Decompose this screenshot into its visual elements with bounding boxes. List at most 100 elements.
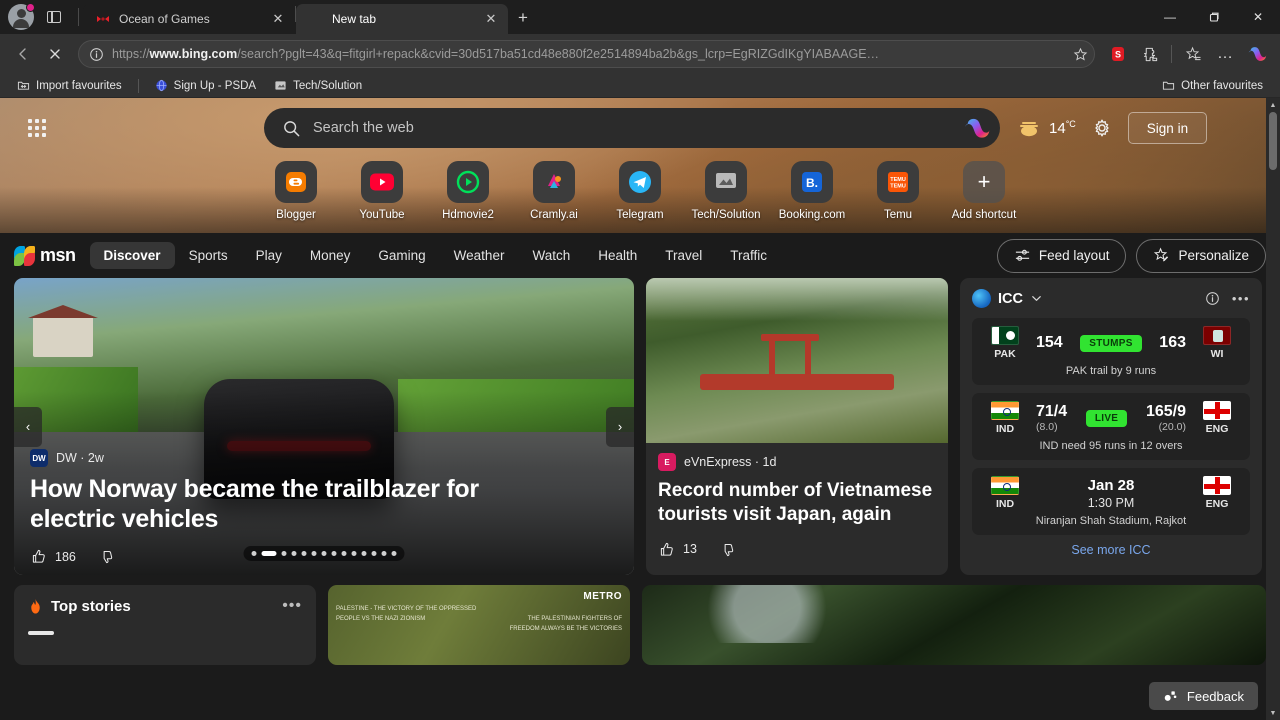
shortcut-booking-com[interactable]: B. Booking.com	[776, 161, 848, 221]
scrollbar-up-arrow[interactable]: ▲	[1266, 98, 1280, 112]
thumbs-down-icon[interactable]	[98, 548, 115, 565]
bing-temperature: 14°C	[1049, 119, 1076, 137]
carousel-dot[interactable]	[331, 551, 337, 556]
info-icon[interactable]	[1205, 291, 1220, 306]
nav-item-watch[interactable]: Watch	[518, 242, 584, 269]
thumbs-down-icon[interactable]	[719, 541, 736, 558]
carousel-dot[interactable]	[341, 551, 347, 556]
top-stories-more-icon[interactable]: •••	[282, 597, 302, 615]
split-screen-s-icon[interactable]: S	[1103, 39, 1133, 69]
scrollbar-down-arrow[interactable]: ▼	[1266, 706, 1280, 720]
shortcut-temu[interactable]: TEMU TEMU Temu	[862, 161, 934, 221]
minimize-button[interactable]: —	[1148, 0, 1192, 34]
bing-weather-widget[interactable]: 14°C	[1016, 117, 1076, 139]
bookmark-import-favourites[interactable]: Import favourites	[10, 77, 129, 94]
shortcut-blogger[interactable]: Blogger	[260, 161, 332, 221]
nav-item-gaming[interactable]: Gaming	[364, 242, 439, 269]
carousel-dot-active[interactable]	[261, 551, 277, 556]
page-scrollbar[interactable]: ▲ ▼	[1266, 98, 1280, 720]
close-window-button[interactable]: ✕	[1236, 0, 1280, 34]
search-placeholder: Search the web	[313, 120, 414, 136]
browser-settings-more-icon[interactable]: …	[1210, 39, 1240, 69]
extensions-puzzle-icon[interactable]	[1135, 39, 1165, 69]
carousel-dot[interactable]	[281, 551, 287, 556]
tab-new-tab[interactable]: New tab ✕	[296, 4, 508, 34]
see-more-icc-link[interactable]: See more ICC	[972, 543, 1250, 557]
feedback-button[interactable]: Feedback	[1148, 682, 1258, 710]
carousel-dot[interactable]	[371, 551, 377, 556]
nav-item-travel[interactable]: Travel	[651, 242, 716, 269]
right-overs: (20.0)	[1158, 421, 1186, 433]
msn-logo[interactable]: msn	[14, 245, 76, 266]
shortcut-tech-solution[interactable]: Tech/Solution	[690, 161, 762, 221]
shortcut-label: Hdmovie2	[442, 209, 494, 221]
more-icon[interactable]: •••	[1232, 291, 1250, 306]
shortcut-add[interactable]: + Add shortcut	[948, 161, 1020, 221]
nav-item-traffic[interactable]: Traffic	[716, 242, 781, 269]
carousel-dot[interactable]	[391, 551, 397, 556]
hero-article-card[interactable]: ‹ › DW DW · 2w How Norway became the tra…	[14, 278, 634, 575]
thumbs-up-icon[interactable]	[658, 541, 675, 558]
copilot-icon[interactable]	[962, 114, 992, 142]
maximize-button[interactable]	[1192, 0, 1236, 34]
nav-item-weather[interactable]: Weather	[440, 242, 519, 269]
nav-item-money[interactable]: Money	[296, 242, 365, 269]
collections-icon[interactable]	[1178, 39, 1208, 69]
strip-card-jungle[interactable]	[642, 585, 1266, 665]
shortcut-youtube[interactable]: YouTube	[346, 161, 418, 221]
shortcut-hdmovie2[interactable]: Hdmovie2	[432, 161, 504, 221]
article-card-vietnam[interactable]: E eVnExpress · 1d Record number of Vietn…	[646, 278, 948, 575]
carousel-dot[interactable]	[321, 551, 327, 556]
scrollbar-thumb[interactable]	[1269, 112, 1277, 170]
india-flag-icon	[991, 476, 1019, 495]
bookmark-other-favourites[interactable]: Other favourites	[1155, 77, 1270, 94]
carousel-prev-button[interactable]: ‹	[14, 406, 42, 447]
bing-search-box[interactable]: Search the web	[264, 108, 1000, 148]
nav-item-health[interactable]: Health	[584, 242, 651, 269]
nav-item-sports[interactable]: Sports	[175, 242, 242, 269]
tab-actions-icon[interactable]	[40, 4, 68, 30]
carousel-dot[interactable]	[351, 551, 357, 556]
app-grid-icon[interactable]	[20, 111, 54, 145]
strip-card-metro[interactable]: METRO PALESTINE - THE VICTORY OF THE OPP…	[328, 585, 630, 665]
url-text[interactable]: https://www.bing.com/search?pglt=43&q=fi…	[112, 47, 1065, 61]
carousel-dot[interactable]	[301, 551, 307, 556]
top-stories-card[interactable]: Top stories •••	[14, 585, 316, 665]
carousel-dot[interactable]	[381, 551, 387, 556]
carousel-next-button[interactable]: ›	[606, 406, 634, 447]
bookmarks-bar: Import favourites Sign Up - PSDA Tech/So…	[0, 74, 1280, 98]
carousel-indicator[interactable]	[243, 546, 405, 561]
site-info-icon[interactable]	[89, 47, 104, 62]
back-button[interactable]	[8, 39, 38, 69]
carousel-dot[interactable]	[361, 551, 367, 556]
carousel-dot[interactable]	[291, 551, 297, 556]
tab-ocean-of-games[interactable]: Ocean of Games ✕	[83, 4, 295, 34]
match-time: 1:30 PM	[1087, 495, 1135, 510]
carousel-dot[interactable]	[251, 551, 257, 556]
personalize-button[interactable]: Personalize	[1136, 238, 1266, 273]
carousel-dot[interactable]	[311, 551, 317, 556]
chevron-down-icon[interactable]	[1030, 292, 1043, 305]
thumbs-up-icon[interactable]	[30, 548, 47, 565]
copilot-icon[interactable]	[1242, 39, 1272, 69]
tab-close-button[interactable]: ✕	[482, 10, 500, 28]
sign-in-button[interactable]: Sign in	[1127, 112, 1208, 144]
icc-match-row[interactable]: IND 71/4 (8.0) LIVE 165/9 (20.0) ENG IND…	[972, 393, 1250, 460]
feed-layout-button[interactable]: Feed layout	[996, 238, 1127, 273]
icc-match-row[interactable]: IND Jan 28 1:30 PM ENG Niranjan Shah Sta…	[972, 468, 1250, 535]
address-bar[interactable]: https://www.bing.com/search?pglt=43&q=fi…	[78, 40, 1095, 68]
new-tab-button[interactable]: +	[508, 4, 538, 32]
shortcut-cramly-ai[interactable]: Cramly.ai	[518, 161, 590, 221]
browser-toolbar: https://www.bing.com/search?pglt=43&q=fi…	[0, 34, 1280, 74]
shortcut-telegram[interactable]: Telegram	[604, 161, 676, 221]
bookmark-tech-solution[interactable]: Tech/Solution	[267, 77, 369, 94]
icc-match-row[interactable]: PAK 154 STUMPS 163 WI PAK trail by 9 run…	[972, 318, 1250, 385]
tab-close-button[interactable]: ✕	[269, 10, 287, 28]
favorite-star-icon[interactable]	[1073, 47, 1088, 62]
nav-item-play[interactable]: Play	[242, 242, 296, 269]
gear-icon[interactable]	[1088, 114, 1116, 142]
bookmark-sign-up-psda[interactable]: Sign Up - PSDA	[148, 77, 263, 94]
nav-item-discover[interactable]: Discover	[89, 242, 175, 269]
stop-loading-button[interactable]	[40, 39, 70, 69]
profile-avatar-button[interactable]	[8, 3, 35, 30]
